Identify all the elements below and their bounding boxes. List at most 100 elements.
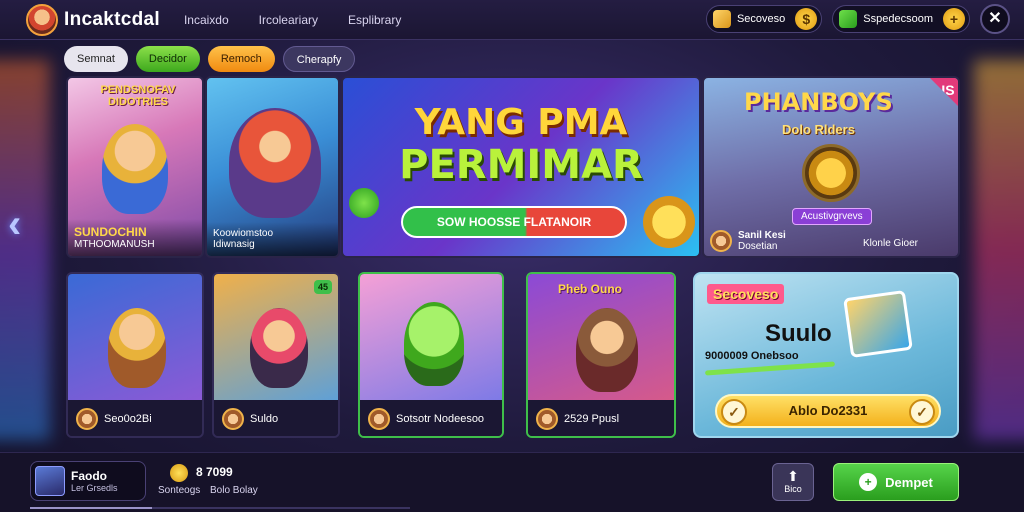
game-card-2-name: Suldo (250, 413, 279, 425)
promo-tag: Secoveso (707, 284, 785, 304)
character-miner-icon (102, 124, 168, 214)
top-right-controls: Secoveso $ Sspedecsoom + ✕ (705, 4, 1010, 34)
utility-button-label: Bico (784, 484, 802, 494)
character-fox-icon (229, 108, 321, 218)
game-card-3-footer: Sotsotr Nodeesoo (360, 400, 502, 436)
top-bar: Incaktcdal Incaixdo Ircoleariary Esplibr… (0, 0, 1024, 40)
banner-title-2: PERMIMAR (399, 142, 643, 188)
hero-c-player-name: Sanil Kesi (738, 230, 786, 241)
bottom-balance-label-1: Sonteogs (158, 485, 201, 496)
bottom-bar: Faodo Ler Grsedls 8 7099 Sonteogs Bolo B… (0, 452, 1024, 512)
promo-underline (704, 361, 836, 376)
hero-c-title: PHANBOYS (744, 88, 893, 116)
promo-subtitle: 9000009 Onebsoo (705, 350, 799, 362)
balance-label: Secoveso (736, 13, 786, 25)
character-builder-icon (108, 308, 166, 388)
game-card-3[interactable]: Sotsotr Nodeesoo (358, 272, 504, 438)
chip-2[interactable]: Decidor (135, 46, 200, 72)
progress-fill (30, 507, 152, 509)
balance-pill[interactable]: Secoveso $ (705, 5, 823, 33)
nav-item-3[interactable]: Esplibrary (348, 13, 401, 27)
coin-small-icon (170, 464, 188, 482)
background-blur-left (0, 60, 50, 440)
hero-a-caption-2: MTHOOMANUSH (74, 239, 155, 250)
hero-c-subtitle: Dolo Rlders (782, 122, 855, 137)
nav-item-1[interactable]: Incaixdo (184, 13, 229, 27)
logo[interactable]: Incaktcdal (26, 3, 160, 36)
chip-4[interactable]: Cherapfy (282, 46, 356, 72)
upload-icon: ⬆ (787, 468, 799, 484)
hero-card-c[interactable]: IS PHANBOYS Dolo Rlders Acustivgrvevs Sa… (702, 76, 960, 258)
bottom-balance: 8 7099 (196, 465, 233, 479)
account-menu-button[interactable]: + (943, 8, 965, 30)
promo-title: Suulo (765, 320, 832, 347)
filter-chips: Semnat Decidor Remoch Cherapfy (64, 46, 356, 72)
hero-card-b[interactable]: Koowiomstoo Idiwnasig (205, 76, 340, 258)
bottom-balance-label-2: Bolo Bolay (210, 485, 258, 496)
banner-title-1: YANG PMA (414, 102, 628, 143)
account-label: Sspedecsoom (863, 13, 933, 25)
hero-b-caption-1: Koowiomstoo (213, 228, 274, 239)
game-card-1-footer: Seo0o2Bi (68, 400, 202, 436)
logo-avatar-icon (26, 3, 58, 36)
game-card-1[interactable]: Seo0o2Bi (66, 272, 204, 438)
gem-icon (349, 188, 379, 218)
game-card-1-name: Seo0o2Bi (104, 413, 152, 425)
game-card-4-avatar (536, 408, 558, 430)
hero-a-caption: SUNDOCHIN MTHOOMANUSH (68, 219, 202, 256)
hero-card-a[interactable]: PENDSNOFAV DIDOTRIES SUNDOCHIN MTHOOMANU… (66, 76, 204, 258)
chip-3[interactable]: Remoch (207, 46, 275, 72)
game-card-3-name: Sotsotr Nodeesoo (396, 413, 485, 425)
hero-c-right-label: Klonle Gioer (862, 238, 918, 249)
progress-track (30, 507, 410, 509)
utility-button[interactable]: ⬆ Bico (772, 463, 814, 501)
hero-b-caption-2: Idiwnasig (213, 239, 255, 250)
game-card-4-name: 2529 Ppusl (564, 413, 620, 425)
featured-banner[interactable]: YANG PMA PERMIMAR SOW HOOSSE FLATANOIR (341, 76, 701, 258)
app-title: Incaktcdal (64, 8, 160, 30)
coin-icon (643, 196, 695, 248)
game-card-3-avatar (368, 408, 390, 430)
shield-coin-icon (802, 144, 860, 202)
account-pill[interactable]: Sspedecsoom + (832, 5, 970, 33)
game-card-4-footer: 2529 Ppusl (528, 400, 674, 436)
hero-b-caption: Koowiomstoo Idiwnasig (207, 222, 338, 256)
add-balance-button[interactable]: $ (795, 8, 818, 30)
game-card-4[interactable]: Pheb Ouno 2529 Ppusl (526, 272, 676, 438)
user-name: Faodo (71, 469, 107, 483)
top-nav: Incaixdo Ircoleariary Esplibrary (184, 13, 401, 27)
game-art-1 (68, 274, 202, 400)
hero-c-player-sub: Dosetian (738, 241, 778, 252)
deposit-button[interactable]: + Dempet (833, 463, 959, 501)
game-card-2-badge: 45 (313, 280, 332, 294)
user-avatar (35, 466, 65, 496)
hero-c-player: Sanil Kesi Dosetian (710, 230, 786, 252)
corner-badge: IS (930, 78, 958, 106)
deposit-label: Dempet (885, 474, 933, 490)
game-card-2[interactable]: 45 Suldo (212, 272, 340, 438)
promo-cta-button[interactable]: ✓ Ablo Do2331 ✓ (715, 394, 941, 428)
check-icon-right: ✓ (909, 399, 935, 425)
hero-c-tag: Acustivgrvevs (792, 208, 872, 225)
character-bear-warrior-icon (576, 308, 638, 392)
user-profile[interactable]: Faodo Ler Grsedls (30, 461, 146, 501)
carousel-prev-icon[interactable]: ‹ (8, 204, 42, 248)
deposit-icon: + (859, 473, 878, 491)
nav-item-2[interactable]: Ircoleariary (259, 13, 318, 27)
game-card-2-avatar (222, 408, 244, 430)
user-subtitle: Ler Grsedls (71, 483, 118, 493)
chip-1[interactable]: Semnat (64, 46, 128, 72)
character-girl-icon (250, 308, 308, 388)
promo-card-art-icon (843, 289, 913, 359)
wallet-icon (712, 10, 731, 28)
close-button[interactable]: ✕ (980, 4, 1010, 34)
background-blur-right (974, 60, 1024, 440)
game-art-4: Pheb Ouno (528, 274, 674, 400)
promo-card[interactable]: Secoveso Suulo 9000009 Onebsoo ✓ Ablo Do… (693, 272, 959, 438)
character-bear-icon (404, 302, 464, 386)
check-icon-left: ✓ (721, 399, 747, 425)
game-card-2-footer: Suldo (214, 400, 338, 436)
banner-cta-button[interactable]: SOW HOOSSE FLATANOIR (401, 206, 627, 238)
game-art-2: 45 (214, 274, 338, 400)
game-card-1-avatar (76, 408, 98, 430)
